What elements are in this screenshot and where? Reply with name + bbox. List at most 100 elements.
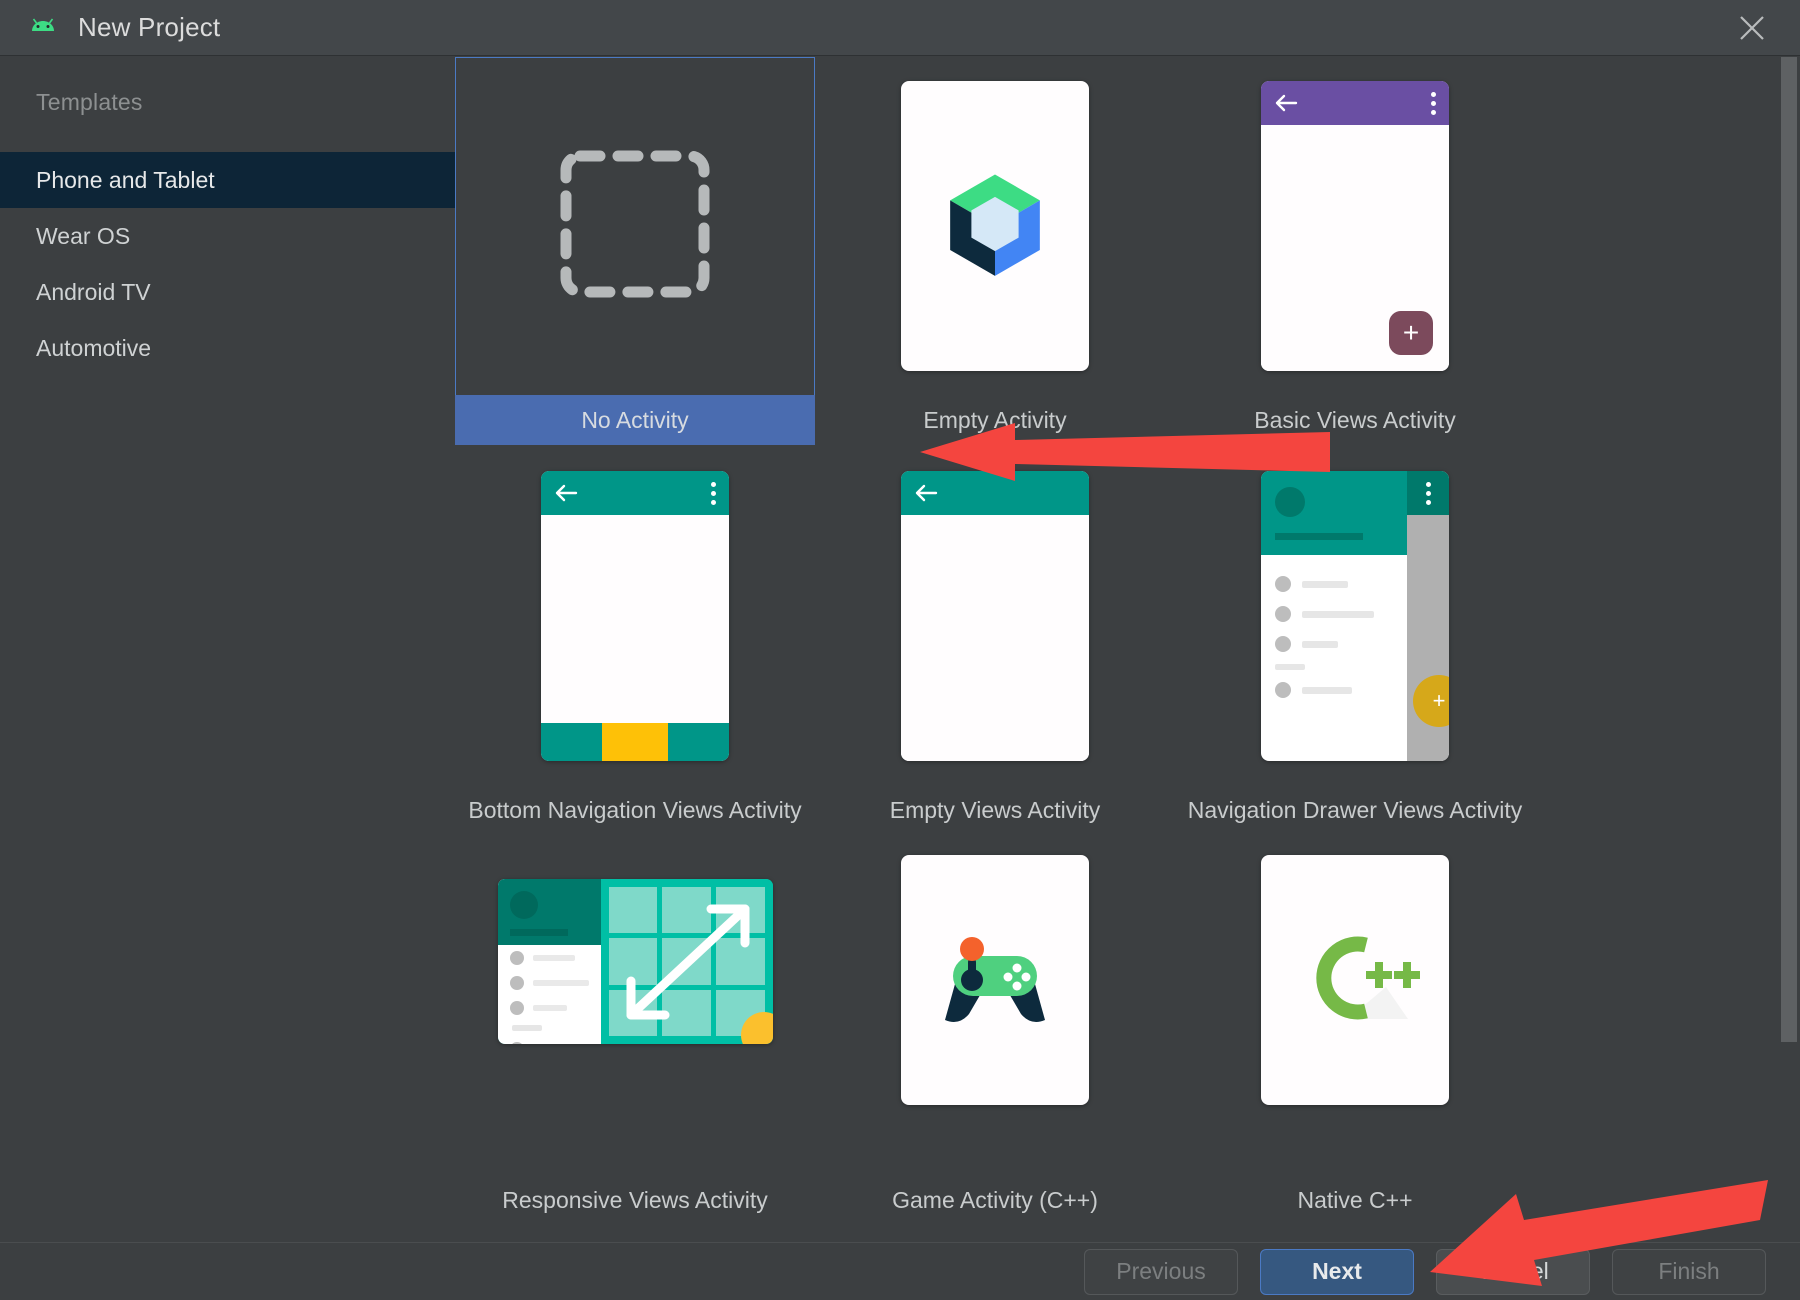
phone-content: [541, 515, 729, 723]
template-label: Navigation Drawer Views Activity: [1187, 797, 1523, 823]
android-icon: [26, 15, 60, 41]
resize-arrow-icon: [609, 887, 767, 1042]
dialog-title: New Project: [78, 12, 221, 42]
sidebar-list: Phone and Tablet Wear OS Android TV Auto…: [0, 152, 455, 376]
previous-button-label: Previous: [1116, 1258, 1206, 1284]
phone-preview: +: [1261, 81, 1449, 371]
phone-content: [901, 515, 1089, 761]
bottom-nav-item: [668, 723, 729, 761]
navigation-drawer-preview: +: [1261, 471, 1449, 761]
template-label: Game Activity (C++): [892, 1187, 1098, 1213]
template-card-empty-views-activity[interactable]: Empty Views Activity: [815, 447, 1175, 837]
template-card-native-cpp[interactable]: Native C++: [1175, 837, 1535, 1227]
template-thumbnail: [815, 57, 1175, 395]
template-label: Native C++: [1297, 1187, 1413, 1213]
template-thumbnail: [815, 447, 1175, 785]
template-thumbnail: +: [1175, 447, 1535, 785]
cancel-button[interactable]: Cancel: [1436, 1248, 1590, 1295]
phone-preview: [541, 471, 729, 761]
responsive-grid-preview: [497, 879, 773, 1044]
app-bar: [541, 471, 729, 515]
template-thumbnail: [455, 837, 815, 1175]
list-item: [498, 945, 601, 970]
avatar: [1275, 487, 1305, 517]
template-label: Basic Views Activity: [1254, 407, 1456, 433]
template-label: Bottom Navigation Views Activity: [468, 797, 802, 823]
compose-preview-card: [901, 81, 1089, 371]
drawer-header-line: [509, 929, 568, 936]
bottom-navigation-bar: [541, 723, 729, 761]
overflow-menu-icon: [1407, 471, 1449, 515]
game-controller-icon: [937, 932, 1053, 1029]
list-item: [498, 1036, 601, 1044]
template-label: Responsive Views Activity: [502, 1187, 768, 1213]
list-item: [498, 995, 601, 1020]
template-card-navigation-drawer-views-activity[interactable]: + Navigation Drawer Views Activity: [1175, 447, 1535, 837]
bottom-nav-item: [541, 723, 602, 761]
floating-action-button-icon: +: [1389, 311, 1433, 355]
dialog-titlebar: New Project: [0, 0, 1800, 56]
template-thumbnail: [815, 837, 1175, 1175]
overflow-menu-icon: [1430, 91, 1436, 115]
avatar: [509, 891, 538, 919]
list-item: [1261, 599, 1407, 629]
template-label: Empty Activity: [923, 407, 1067, 433]
template-card-game-activity[interactable]: Game Activity (C++): [815, 837, 1175, 1227]
sidebar-item-label: Wear OS: [36, 222, 131, 249]
template-card-bottom-navigation-views-activity[interactable]: Bottom Navigation Views Activity: [455, 447, 815, 837]
content-grid: [600, 879, 773, 1044]
template-card-no-activity[interactable]: No Activity: [455, 57, 815, 447]
drawer-header-line: [1275, 533, 1363, 540]
cpp-logo: [1290, 923, 1420, 1038]
template-label: Empty Views Activity: [889, 797, 1101, 823]
back-arrow-icon: [914, 483, 938, 503]
sidebar-item-label: Android TV: [36, 278, 151, 305]
finish-button-label: Finish: [1658, 1258, 1720, 1284]
vertical-scrollbar[interactable]: [1778, 57, 1800, 1242]
template-card-responsive-views-activity[interactable]: Responsive Views Activity: [455, 837, 815, 1227]
template-card-empty-activity[interactable]: Empty Activity: [815, 57, 1175, 447]
overflow-menu-icon: [710, 481, 716, 505]
finish-button[interactable]: Finish: [1612, 1248, 1766, 1295]
template-label: No Activity: [455, 395, 815, 445]
app-bar: [1261, 81, 1449, 125]
template-thumbnail: [455, 447, 815, 785]
list-item: [1261, 629, 1407, 659]
template-card-basic-views-activity[interactable]: + Basic Views Activity: [1175, 57, 1535, 447]
bottom-nav-item-active: [601, 723, 669, 761]
phone-content: +: [1261, 125, 1449, 371]
sidebar-item-label: Phone and Tablet: [36, 166, 215, 193]
list-divider-label: [511, 1025, 542, 1031]
sidebar-item-wear-os[interactable]: Wear OS: [0, 208, 455, 264]
next-button-label: Next: [1312, 1258, 1362, 1284]
cancel-button-label: Cancel: [1477, 1258, 1549, 1284]
phone-preview: [901, 471, 1089, 761]
sidebar-header: Templates: [36, 89, 143, 115]
close-icon[interactable]: [1732, 8, 1772, 48]
sidebar-item-phone-and-tablet[interactable]: Phone and Tablet: [0, 152, 455, 208]
drawer-panel: [497, 879, 601, 1044]
drawer-header: [497, 879, 601, 945]
template-thumbnail: +: [1175, 57, 1535, 395]
jetpack-compose-logo: [936, 165, 1054, 288]
back-arrow-icon: [1274, 93, 1298, 113]
game-preview-card: [901, 855, 1089, 1105]
list-item: [1261, 675, 1407, 705]
list-item: [1261, 569, 1407, 599]
template-gallery: No Activity Empty Activity + Basic Views…: [455, 57, 1800, 1242]
list-item: [498, 970, 601, 995]
list-divider-label: [1275, 664, 1305, 670]
template-grid: No Activity Empty Activity + Basic Views…: [455, 57, 1800, 1227]
templates-sidebar: Templates Phone and Tablet Wear OS Andro…: [0, 57, 455, 1300]
template-thumbnail: [1175, 837, 1535, 1175]
next-button[interactable]: Next: [1260, 1248, 1414, 1295]
sidebar-item-label: Automotive: [36, 334, 152, 361]
previous-button[interactable]: Previous: [1084, 1248, 1238, 1295]
drawer-header: [1261, 471, 1407, 555]
scrollbar-thumb[interactable]: [1781, 57, 1797, 1042]
sidebar-item-android-tv[interactable]: Android TV: [0, 264, 455, 320]
new-project-dialog: New Project Templates Phone and Tablet W…: [0, 0, 1800, 1300]
cpp-preview-card: [1261, 855, 1449, 1105]
app-bar: [901, 471, 1089, 515]
sidebar-item-automotive[interactable]: Automotive: [0, 320, 455, 376]
